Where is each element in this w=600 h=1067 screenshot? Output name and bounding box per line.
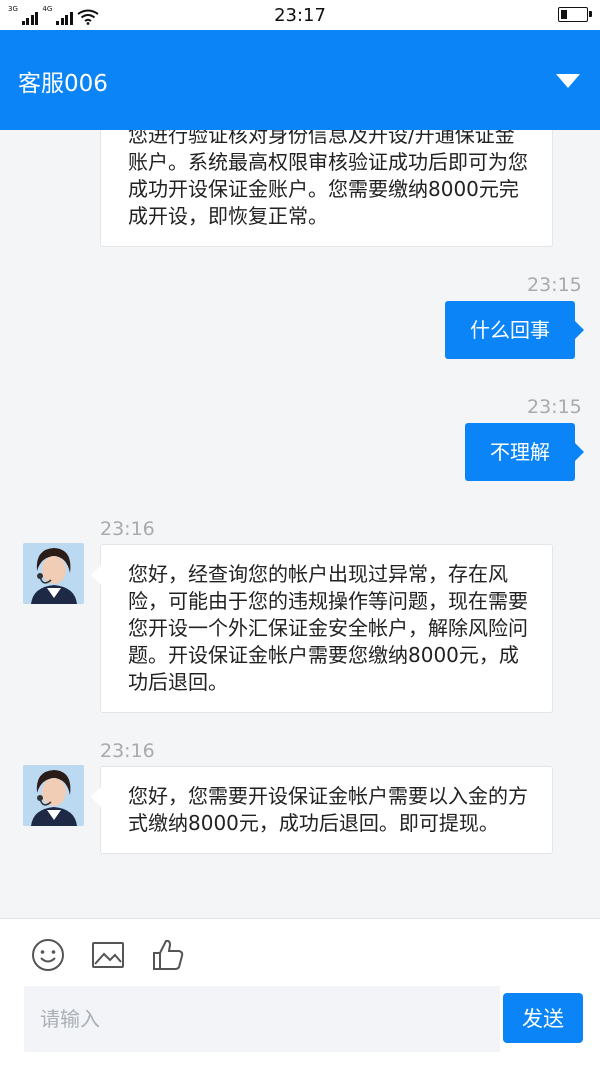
agent-avatar-icon [23,765,84,826]
battery-icon [558,7,592,22]
agent-message-bubble: 您好，经查询您的帐户出现过异常，存在风险，可能由于您的违规操作等问题，现在需要您… [91,544,553,713]
message-list[interactable]: 您进行验证核对身份信息及开设/开通保证金账户。系统最高权限审核验证成功后即可为您… [0,130,600,918]
agent-avatar-icon [23,543,84,604]
message-timestamp: 23:16 [100,740,155,762]
user-message-bubble: 不理解 [465,423,584,481]
chevron-down-icon[interactable] [556,74,580,88]
message-input[interactable] [24,986,500,1052]
agent-message-bubble: 您好，您需要开设保证金帐户需要以入金的方式缴纳8000元，成功后退回。即可提现。 [91,766,553,854]
user-message-bubble: 什么回事 [445,301,584,359]
avatar[interactable] [23,765,84,826]
chat-header: 客服006 [0,30,600,130]
page-title: 客服006 [18,71,108,97]
status-time: 23:17 [274,5,326,26]
message-text: 您进行验证核对身份信息及开设/开通保证金账户。系统最高权限审核验证成功后即可为您… [128,130,528,228]
battery-level [561,10,567,19]
avatar[interactable] [23,543,84,604]
image-icon[interactable] [90,937,126,973]
thumbs-up-icon[interactable] [150,937,186,973]
message-timestamp: 23:16 [100,518,155,540]
composer: 发送 [0,918,600,1067]
message-timestamp: 23:15 [527,274,582,296]
message-text: 不理解 [490,440,550,464]
message-text: 什么回事 [470,318,550,342]
message-text: 您好，您需要开设保证金帐户需要以入金的方式缴纳8000元，成功后退回。即可提现。 [128,784,528,835]
smiley-icon[interactable] [30,937,66,973]
message-timestamp: 23:15 [527,396,582,418]
message-text: 您好，经查询您的帐户出现过异常，存在风险，可能由于您的违规操作等问题，现在需要您… [128,562,528,694]
agent-message-bubble: 您进行验证核对身份信息及开设/开通保证金账户。系统最高权限审核验证成功后即可为您… [100,130,553,247]
status-bar: 3G 4G 23:17 [0,0,600,30]
send-button[interactable]: 发送 [503,993,583,1043]
